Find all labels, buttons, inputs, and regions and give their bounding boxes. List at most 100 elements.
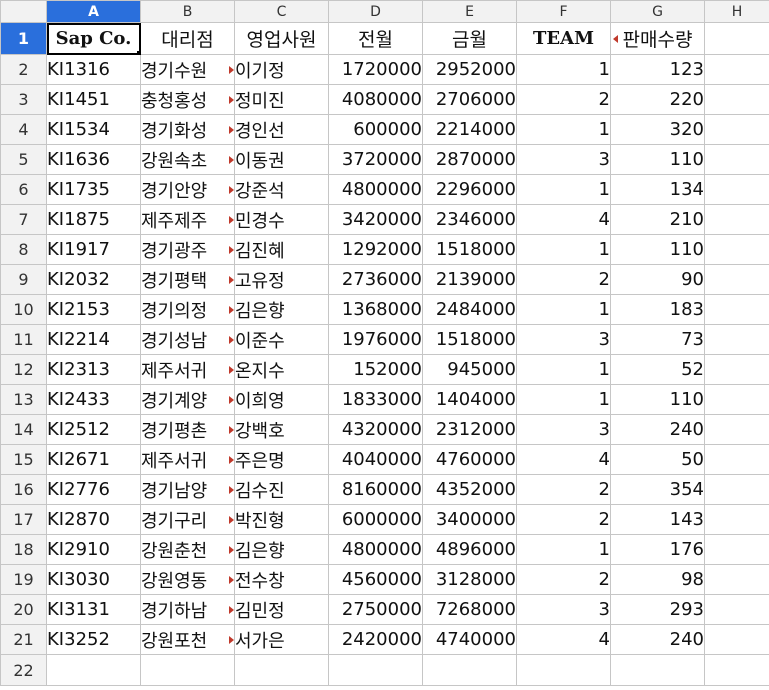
cell-qty[interactable]: 50 bbox=[610, 444, 705, 475]
cell-sales-rep[interactable]: 전수창 bbox=[234, 564, 329, 595]
cell-this-month[interactable]: 4896000 bbox=[422, 534, 517, 565]
row-header[interactable]: 2 bbox=[0, 54, 47, 85]
cell-prev-month[interactable]: 4800000 bbox=[328, 174, 423, 205]
cell-qty[interactable]: 293 bbox=[610, 594, 705, 625]
cell-this-month[interactable]: 2214000 bbox=[422, 114, 517, 145]
column-header-g[interactable]: G bbox=[610, 0, 705, 23]
cell-dealer[interactable]: 강원포천 bbox=[140, 624, 235, 655]
cell-prev-month[interactable]: 2420000 bbox=[328, 624, 423, 655]
cell-team[interactable]: 2 bbox=[516, 504, 611, 535]
cell-empty[interactable] bbox=[422, 654, 517, 686]
cell-prev-month[interactable]: 4080000 bbox=[328, 84, 423, 115]
row-header[interactable]: 4 bbox=[0, 114, 47, 145]
cell-sales-rep[interactable]: 김은향 bbox=[234, 534, 329, 565]
cell-prev-month[interactable]: 2736000 bbox=[328, 264, 423, 295]
cell-sap-code[interactable]: KI2910 bbox=[46, 534, 141, 565]
cell-empty[interactable] bbox=[704, 174, 769, 205]
cell-prev-month[interactable]: 1720000 bbox=[328, 54, 423, 85]
cell-dealer[interactable]: 경기화성 bbox=[140, 114, 235, 145]
row-header[interactable]: 21 bbox=[0, 624, 47, 655]
cell-sap-code[interactable]: KI2776 bbox=[46, 474, 141, 505]
cell-this-month[interactable]: 2296000 bbox=[422, 174, 517, 205]
cell-this-month[interactable]: 1518000 bbox=[422, 324, 517, 355]
cell-qty[interactable]: 98 bbox=[610, 564, 705, 595]
cell-qty[interactable]: 176 bbox=[610, 534, 705, 565]
cell-f1-team-header[interactable]: TEAM bbox=[516, 22, 611, 55]
row-header[interactable]: 5 bbox=[0, 144, 47, 175]
cell-this-month[interactable]: 1404000 bbox=[422, 384, 517, 415]
cell-empty[interactable] bbox=[704, 624, 769, 655]
cell-prev-month[interactable]: 4040000 bbox=[328, 444, 423, 475]
row-header[interactable]: 3 bbox=[0, 84, 47, 115]
cell-empty[interactable] bbox=[704, 594, 769, 625]
cell-prev-month[interactable]: 6000000 bbox=[328, 504, 423, 535]
cell-dealer[interactable]: 경기하남 bbox=[140, 594, 235, 625]
cell-dealer[interactable]: 제주서귀 bbox=[140, 354, 235, 385]
row-header[interactable]: 13 bbox=[0, 384, 47, 415]
row-header[interactable]: 12 bbox=[0, 354, 47, 385]
cell-sales-rep[interactable]: 주은명 bbox=[234, 444, 329, 475]
cell-empty[interactable] bbox=[704, 324, 769, 355]
cell-qty[interactable]: 134 bbox=[610, 174, 705, 205]
cell-dealer[interactable]: 경기평촌 bbox=[140, 414, 235, 445]
cell-team[interactable]: 3 bbox=[516, 414, 611, 445]
cell-sap-code[interactable]: KI2032 bbox=[46, 264, 141, 295]
cell-team[interactable]: 2 bbox=[516, 264, 611, 295]
cell-dealer[interactable]: 경기성남 bbox=[140, 324, 235, 355]
cell-empty[interactable] bbox=[704, 114, 769, 145]
cell-team[interactable]: 1 bbox=[516, 384, 611, 415]
cell-sap-code[interactable]: KI2313 bbox=[46, 354, 141, 385]
cell-this-month[interactable]: 4352000 bbox=[422, 474, 517, 505]
cell-qty[interactable]: 210 bbox=[610, 204, 705, 235]
cell-sap-code[interactable]: KI1735 bbox=[46, 174, 141, 205]
cell-qty[interactable]: 52 bbox=[610, 354, 705, 385]
cell-sap-code[interactable]: KI1875 bbox=[46, 204, 141, 235]
cell-team[interactable]: 4 bbox=[516, 204, 611, 235]
cell-team[interactable]: 3 bbox=[516, 594, 611, 625]
cell-b1-dealer-header[interactable]: 대리점 bbox=[140, 22, 235, 55]
cell-dealer[interactable]: 강원춘천 bbox=[140, 534, 235, 565]
cell-this-month[interactable]: 3400000 bbox=[422, 504, 517, 535]
cell-sap-code[interactable]: KI2512 bbox=[46, 414, 141, 445]
cell-team[interactable]: 1 bbox=[516, 354, 611, 385]
cell-sales-rep[interactable]: 김수진 bbox=[234, 474, 329, 505]
cell-empty[interactable] bbox=[704, 504, 769, 535]
cell-empty[interactable] bbox=[610, 654, 705, 686]
cell-dealer[interactable]: 경기계양 bbox=[140, 384, 235, 415]
row-header[interactable]: 18 bbox=[0, 534, 47, 565]
cell-sales-rep[interactable]: 이동권 bbox=[234, 144, 329, 175]
cell-qty[interactable]: 220 bbox=[610, 84, 705, 115]
cell-team[interactable]: 1 bbox=[516, 114, 611, 145]
row-header[interactable]: 10 bbox=[0, 294, 47, 325]
cell-empty[interactable] bbox=[704, 534, 769, 565]
cell-this-month[interactable]: 4740000 bbox=[422, 624, 517, 655]
cell-a1-sap-header[interactable]: Sap Co. bbox=[46, 22, 141, 55]
cell-empty[interactable] bbox=[704, 384, 769, 415]
cell-this-month[interactable]: 7268000 bbox=[422, 594, 517, 625]
cell-this-month[interactable]: 2706000 bbox=[422, 84, 517, 115]
select-all-corner[interactable] bbox=[0, 0, 47, 23]
cell-h1[interactable] bbox=[704, 22, 769, 55]
cell-sales-rep[interactable]: 온지수 bbox=[234, 354, 329, 385]
cell-sales-rep[interactable]: 민경수 bbox=[234, 204, 329, 235]
cell-qty[interactable]: 240 bbox=[610, 624, 705, 655]
cell-prev-month[interactable]: 3420000 bbox=[328, 204, 423, 235]
cell-empty[interactable] bbox=[704, 54, 769, 85]
cell-sales-rep[interactable]: 김진혜 bbox=[234, 234, 329, 265]
row-header[interactable]: 9 bbox=[0, 264, 47, 295]
cell-team[interactable]: 1 bbox=[516, 294, 611, 325]
cell-this-month[interactable]: 2952000 bbox=[422, 54, 517, 85]
cell-prev-month[interactable]: 1833000 bbox=[328, 384, 423, 415]
cell-empty[interactable] bbox=[704, 654, 769, 686]
cell-team[interactable]: 1 bbox=[516, 174, 611, 205]
cell-this-month[interactable]: 4760000 bbox=[422, 444, 517, 475]
cell-empty[interactable] bbox=[234, 654, 329, 686]
cell-empty[interactable] bbox=[704, 294, 769, 325]
cell-sales-rep[interactable]: 김민정 bbox=[234, 594, 329, 625]
cell-dealer[interactable]: 경기남양 bbox=[140, 474, 235, 505]
cell-team[interactable]: 3 bbox=[516, 144, 611, 175]
cell-team[interactable]: 1 bbox=[516, 234, 611, 265]
cell-this-month[interactable]: 1518000 bbox=[422, 234, 517, 265]
cell-empty[interactable] bbox=[704, 354, 769, 385]
cell-this-month[interactable]: 2484000 bbox=[422, 294, 517, 325]
